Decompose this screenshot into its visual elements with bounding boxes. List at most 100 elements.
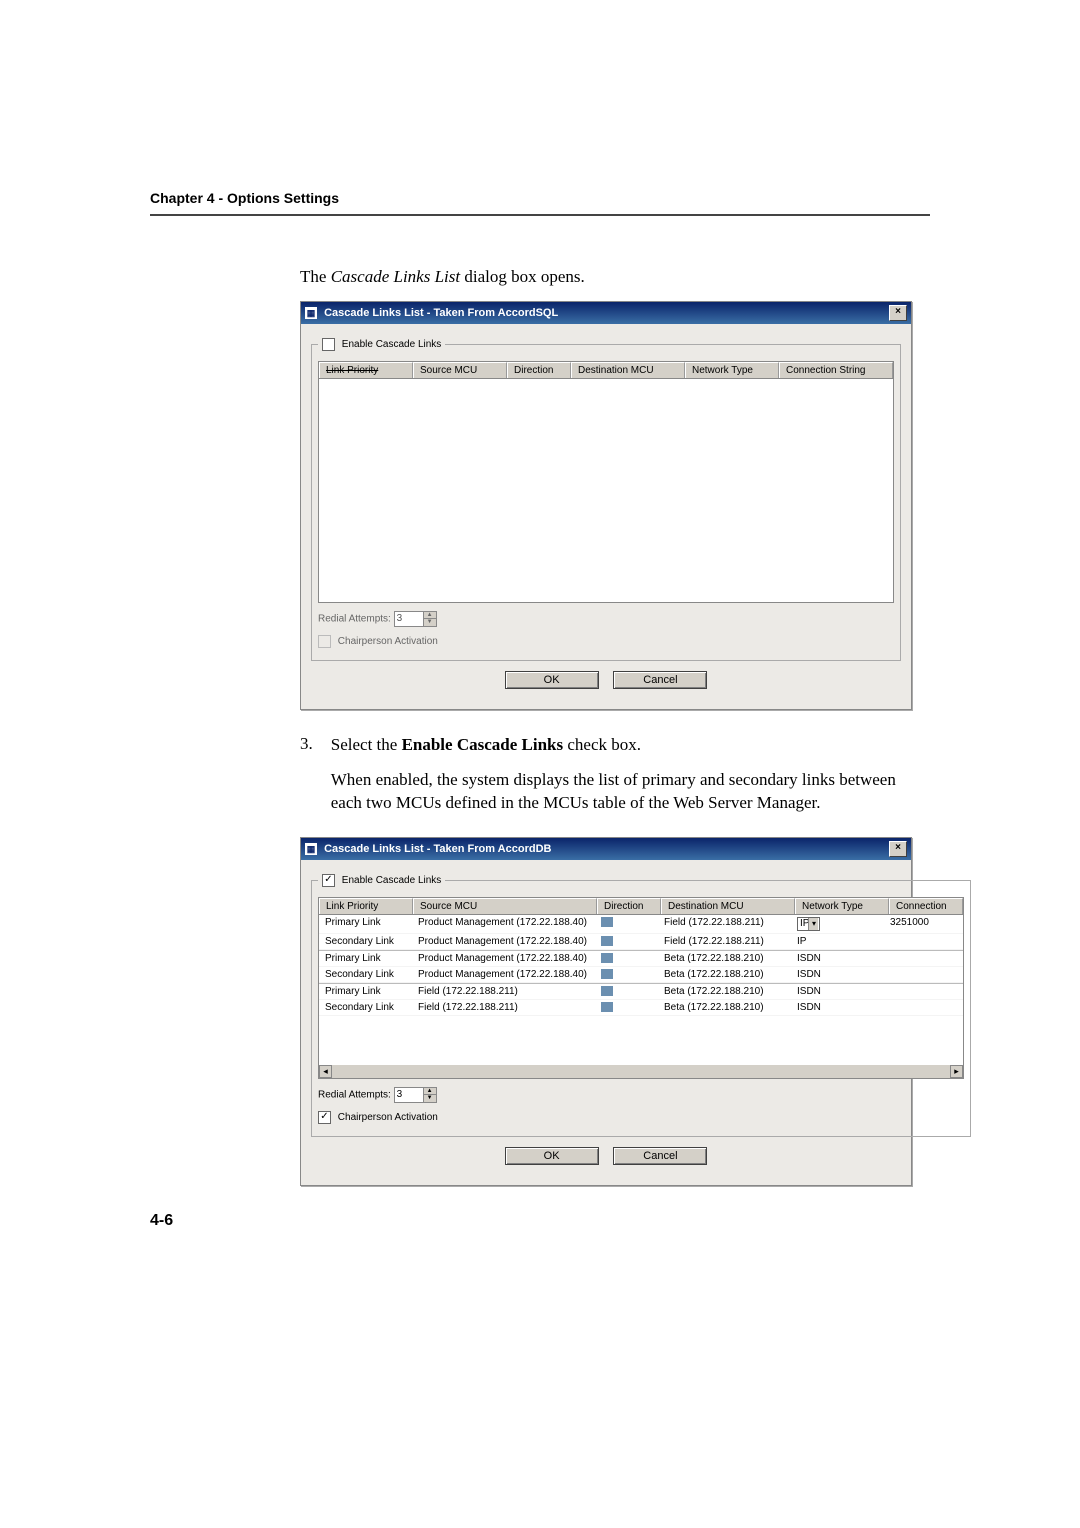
dialog-title: Cascade Links List - Taken From AccordSQ… [324,307,558,319]
cell-network: IP [791,915,884,933]
redial-label: Redial Attempts: [318,1089,391,1100]
direction-icon [601,969,613,979]
cell-destination: Beta (172.22.188.210) [658,984,791,999]
chairperson-checkbox [318,635,331,648]
app-icon: ▦ [305,307,317,319]
redial-label: Redial Attempts: [318,614,391,625]
direction-icon [601,1002,613,1012]
cascade-links-dialog-populated: ▦ Cascade Links List - Taken From Accord… [300,837,912,1186]
cell-network: ISDN [791,951,884,966]
cell-network: ISDN [791,1000,884,1015]
chairperson-label: Chairperson Activation [338,636,438,647]
redial-spinner[interactable]: ▲ ▼ [394,1087,437,1103]
chapter-heading: Chapter 4 - Options Settings [150,190,930,206]
spin-up-icon[interactable]: ▲ [424,1088,436,1096]
intro-text-open: The [300,267,331,286]
redial-row: Redial Attempts: ▲ ▼ [318,1087,964,1103]
intro-paragraph: The Cascade Links List dialog box opens. [300,266,930,289]
spin-down-icon[interactable]: ▼ [424,619,436,626]
cell-priority: Secondary Link [319,1000,412,1015]
ok-button[interactable]: OK [505,671,599,689]
cell-source: Product Management (172.22.188.40) [412,915,595,933]
spin-down-icon[interactable]: ▼ [424,1095,436,1102]
table-row[interactable]: Secondary LinkProduct Management (172.22… [319,967,963,983]
table-row[interactable]: Secondary LinkField (172.22.188.211) Beta… [319,1000,963,1016]
col-network-type[interactable]: Network Type [795,898,889,914]
cell-network: ISDN [791,984,884,999]
intro-italic: Cascade Links List [331,267,460,286]
col-source-mcu[interactable]: Source MCU [413,898,597,914]
horizontal-scrollbar[interactable]: ◂ ▸ [319,1065,963,1078]
app-icon: ▦ [305,843,317,855]
enable-cascade-label: Enable Cascade Links [342,339,442,350]
cell-connection: 3251000 [884,915,957,933]
col-destination-mcu[interactable]: Destination MCU [571,362,685,378]
cell-priority: Secondary Link [319,934,412,949]
cell-source: Field (172.22.188.211) [412,1000,595,1015]
table-row[interactable]: Primary LinkProduct Management (172.22.1… [319,950,963,967]
enable-cascade-group: Enable Cascade Links Link Priority Sourc… [311,338,901,661]
cancel-button[interactable]: Cancel [613,1147,707,1165]
cell-connection [884,934,957,949]
step-bold: Enable Cascade Links [402,735,564,754]
col-connection[interactable]: Connection [889,898,963,914]
direction-icon [601,936,613,946]
cascade-links-dialog-empty: ▦ Cascade Links List - Taken From Accord… [300,301,912,710]
scroll-right-icon[interactable]: ▸ [950,1065,963,1078]
cell-direction [595,915,658,933]
cell-destination: Beta (172.22.188.210) [658,967,791,982]
cell-source: Product Management (172.22.188.40) [412,951,595,966]
col-link-priority[interactable]: Link Priority [319,362,413,378]
group-legend: ✓ Enable Cascade Links [318,874,445,887]
redial-input[interactable] [395,612,423,626]
step-instruction: Select the Enable Cascade Links check bo… [331,734,930,757]
cell-destination: Field (172.22.188.211) [658,934,791,949]
cell-priority: Primary Link [319,915,412,933]
table-row[interactable]: Secondary LinkProduct Management (172.22… [319,934,963,950]
col-link-priority[interactable]: Link Priority [319,898,413,914]
cell-priority: Primary Link [319,984,412,999]
redial-input[interactable] [395,1088,423,1102]
enable-cascade-checkbox[interactable] [322,338,335,351]
col-direction[interactable]: Direction [597,898,661,914]
col-network-type[interactable]: Network Type [685,362,779,378]
cell-connection [884,1000,957,1015]
cell-direction [595,1000,658,1015]
chairperson-label: Chairperson Activation [338,1112,438,1123]
cell-destination: Beta (172.22.188.210) [658,1000,791,1015]
chairperson-checkbox[interactable]: ✓ [318,1111,331,1124]
table-row[interactable]: Primary LinkProduct Management (172.22.1… [319,915,963,934]
enable-cascade-label: Enable Cascade Links [342,875,442,886]
step-open: Select the [331,735,402,754]
table-header: Link Priority Source MCU Direction Desti… [319,362,893,379]
links-table-empty: Link Priority Source MCU Direction Desti… [318,361,894,603]
titlebar: ▦ Cascade Links List - Taken From Accord… [301,838,911,860]
col-direction[interactable]: Direction [507,362,571,378]
ok-button[interactable]: OK [505,1147,599,1165]
cell-source: Product Management (172.22.188.40) [412,934,595,949]
table-header: Link Priority Source MCU Direction Desti… [319,898,963,915]
cell-source: Product Management (172.22.188.40) [412,967,595,982]
header-rule [150,214,930,216]
table-row[interactable]: Primary LinkField (172.22.188.211) Beta (… [319,983,963,1000]
cell-connection [884,951,957,966]
cell-source: Field (172.22.188.211) [412,984,595,999]
close-icon[interactable]: × [889,841,907,857]
network-type-select[interactable]: IP [797,917,820,931]
cell-destination: Beta (172.22.188.210) [658,951,791,966]
cancel-button[interactable]: Cancel [613,671,707,689]
col-source-mcu[interactable]: Source MCU [413,362,507,378]
cell-connection [884,984,957,999]
redial-spinner: ▲ ▼ [394,611,437,627]
redial-row: Redial Attempts: ▲ ▼ [318,611,894,627]
close-icon[interactable]: × [889,305,907,321]
spin-up-icon[interactable]: ▲ [424,612,436,620]
links-table: Link Priority Source MCU Direction Desti… [318,897,964,1079]
col-connection-string[interactable]: Connection String [779,362,893,378]
scroll-left-icon[interactable]: ◂ [319,1065,332,1078]
cell-direction [595,984,658,999]
col-destination-mcu[interactable]: Destination MCU [661,898,795,914]
enable-cascade-checkbox[interactable]: ✓ [322,874,335,887]
intro-text-close: dialog box opens. [460,267,585,286]
step-number: 3. [300,734,313,827]
